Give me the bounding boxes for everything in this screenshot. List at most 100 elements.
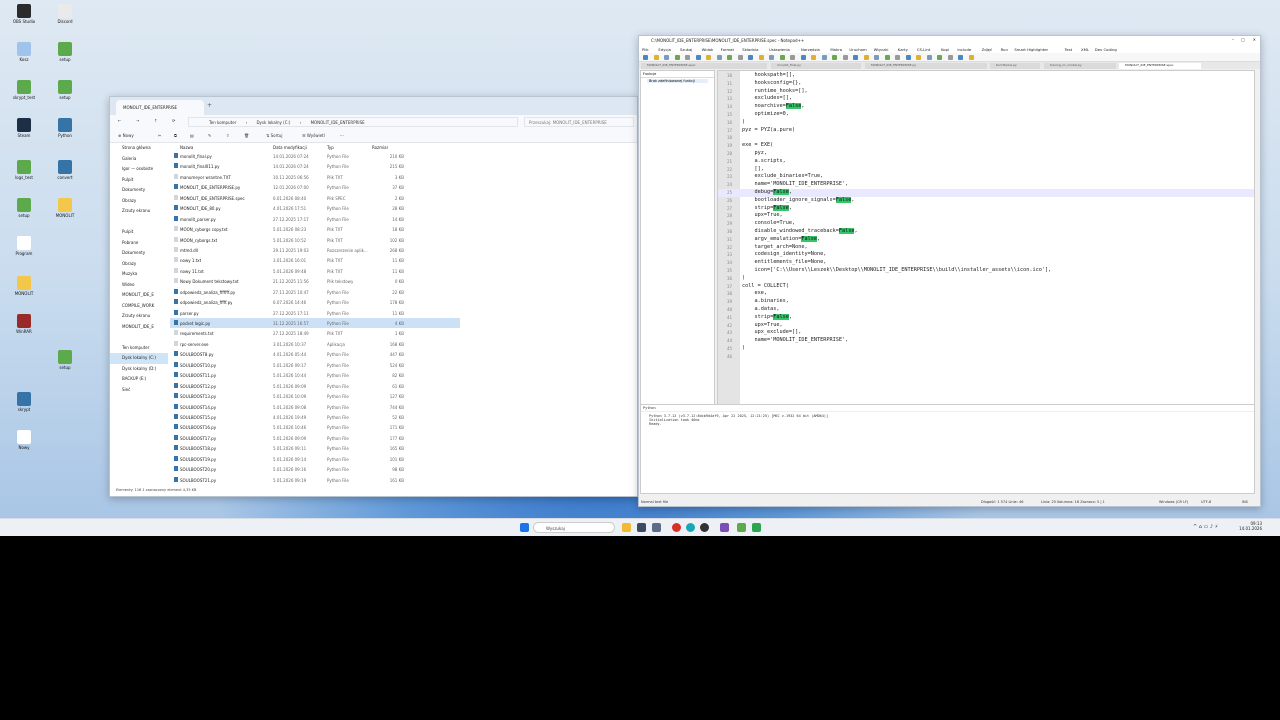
table-row[interactable]: monolit_final011.py 14.01.2026 07:24 Pytho… — [170, 161, 460, 171]
nav-item[interactable]: Igor — osobiste — [110, 164, 168, 175]
view-button[interactable]: ☰ Wyświetl — [302, 133, 325, 138]
replace-icon[interactable] — [779, 55, 785, 60]
menu-item-składnia[interactable]: Składnia — [742, 47, 758, 52]
menu-item-cs-lint[interactable]: CS-Lint — [917, 47, 931, 52]
taskview-icon[interactable] — [637, 523, 646, 532]
desktop-icon[interactable]: logs_test — [6, 160, 42, 185]
nav-item[interactable]: COMPILE_WORK — [110, 301, 168, 312]
wrap-icon[interactable] — [832, 55, 837, 60]
tab-6[interactable]: MONOLIT_IDE_ENTERPRISE.spec — [1119, 63, 1201, 69]
doc-map-icon[interactable] — [863, 55, 869, 60]
nav-item[interactable]: MONOLIT_IDE_E — [110, 290, 168, 301]
table-row[interactable]: monolit_parser.py 27.12.2025 17:17 Python … — [170, 214, 460, 224]
desktop-icon[interactable]: MONOLIT — [6, 276, 42, 301]
table-row[interactable]: SOULBOOST18.py 5.01.2026 09:11 Python File… — [170, 443, 460, 453]
desktop-icon[interactable]: Discord — [47, 4, 83, 29]
nav-item[interactable]: Muzyka — [110, 269, 168, 280]
desktop-icon[interactable]: Steam — [6, 118, 42, 143]
cut-icon[interactable]: ✂ — [158, 133, 161, 138]
desktop-icon[interactable]: skrypt_test — [6, 80, 42, 105]
menu-item-xml[interactable]: XML — [1081, 47, 1089, 52]
refresh-icon[interactable]: ⟳ — [172, 118, 175, 123]
nav-item[interactable]: Zrzuty ekranu — [110, 311, 168, 322]
desktop-icon[interactable]: setup — [6, 198, 42, 223]
column-header-name[interactable]: Nazwa — [180, 145, 193, 150]
breadcrumb[interactable]: Ten komputer › Dysk lokalny (C:) › MONOL… — [188, 117, 518, 127]
more-icon[interactable]: ··· — [340, 133, 344, 138]
desktop-icon[interactable]: MONOLIT — [47, 198, 83, 223]
desktop-icon[interactable]: setup — [47, 42, 83, 67]
menu-item-smart-highlighter[interactable]: Smart Highlighter — [1014, 47, 1048, 52]
nav-item[interactable]: Pulpit — [110, 175, 168, 186]
table-row[interactable]: SOULBOOST10.py 5.01.2026 09:17 Python File… — [170, 360, 460, 370]
menu-item-karty[interactable]: Karty — [898, 47, 908, 52]
column-header-date[interactable]: Data modyfikacji — [273, 145, 307, 150]
tab-5[interactable]: trening_nn_model.py — [1044, 63, 1116, 69]
run-icon[interactable] — [958, 55, 963, 60]
stop-icon[interactable] — [916, 55, 921, 60]
column-header-size[interactable]: Rozmiar — [372, 145, 388, 150]
desktop-icon[interactable]: convert — [47, 160, 83, 185]
table-row[interactable]: mtmd.dll 29.11.2025 19:03 Rozszerzenie apl… — [170, 245, 460, 255]
notepadpp-taskbar-icon[interactable] — [737, 523, 746, 532]
sync-v-icon[interactable] — [811, 55, 816, 60]
table-row[interactable]: pocket logic.py 31.12.2025 16:57 Python Fi… — [170, 318, 460, 329]
menu-item-include[interactable]: Include — [957, 47, 971, 52]
close-file-icon[interactable] — [685, 55, 690, 60]
desktop-icon[interactable]: Kosz — [6, 42, 42, 67]
new-button[interactable]: ⊕ Nowy — [118, 133, 134, 138]
delete-icon[interactable]: 🗑 — [244, 133, 249, 138]
table-row[interactable]: SOULBOOST20.py 5.01.2026 09:16 Python File… — [170, 464, 460, 474]
menu-item-test[interactable]: Test — [1065, 47, 1072, 52]
nav-item[interactable]: Sieć — [110, 385, 168, 396]
menu-item-widok[interactable]: Widok — [702, 47, 714, 52]
table-row[interactable]: nowy 1.txt 3.01.2026 16:01 Plik TXT 11 KB — [170, 255, 460, 265]
cut-icon[interactable] — [716, 55, 722, 60]
notepadpp-window[interactable]: C:\MONOLIT_IDE_ENTERPRISE\MONOLIT_IDE_EN… — [638, 35, 1261, 507]
menu-item-wtyczki[interactable]: Wtyczki — [874, 47, 889, 52]
code-editor[interactable]: 10 hookspath=[], 11 hooksconfig={}, 12 run… — [717, 70, 1255, 430]
function-list-item[interactable]: Brak zdefiniowanej funkcji — [647, 79, 708, 83]
sync-h-icon[interactable] — [821, 55, 827, 60]
indent-guide-icon[interactable] — [853, 55, 858, 60]
new-icon[interactable] — [643, 55, 648, 60]
nav-item[interactable]: Obrazy — [110, 196, 168, 207]
function-list-icon[interactable] — [874, 55, 879, 60]
table-row[interactable]: SOULBOOST17.py 5.01.2026 09:09 Python File… — [170, 433, 460, 443]
close-all-icon[interactable] — [695, 55, 701, 60]
table-row[interactable]: SOULBOOST19.py 5.01.2026 09:14 Python File… — [170, 454, 460, 464]
save-icon[interactable] — [664, 55, 669, 60]
desktop-icon[interactable]: Nowy — [6, 430, 42, 455]
table-row[interactable]: SOULBOOST21.py 5.01.2026 09:19 Python File… — [170, 475, 460, 485]
desktop-icon[interactable]: setup — [47, 80, 83, 105]
menu-item-kopi[interactable]: Kopi — [941, 47, 949, 52]
table-row[interactable]: nowy 11.txt 5.01.2026 09:48 Plik TXT 11 KB — [170, 266, 460, 276]
table-row[interactable]: MONOLIT_IDE_80.py 4.01.2026 17:51 Python F… — [170, 203, 460, 213]
tray-icons[interactable]: ^ ⌂ ▭ ♪ ⚡ — [1193, 524, 1218, 530]
nav-item[interactable]: BACKUP (E:) — [110, 374, 168, 385]
redo-icon[interactable] — [758, 55, 764, 60]
table-row[interactable]: rpc-server.exe 3.01.2026 10:37 Aplikacja 16… — [170, 339, 460, 349]
all-chars-icon[interactable] — [842, 55, 848, 60]
search-input[interactable]: Przeszukaj: MONOLIT_IDE_ENTERPRISE — [524, 117, 634, 127]
taskbar-search[interactable]: Wyszukaj — [533, 522, 615, 533]
file-explorer-taskbar-icon[interactable] — [622, 523, 631, 532]
table-row[interactable]: SOULBOOST14.py 5.01.2026 09:08 Python File… — [170, 402, 460, 412]
maximize-icon[interactable]: ▢ — [1241, 37, 1245, 42]
chrome-icon[interactable] — [672, 523, 681, 532]
nav-item[interactable]: Dokumenty — [110, 248, 168, 259]
desktop-icon[interactable]: Program — [6, 236, 42, 261]
close-icon[interactable]: ✕ — [1253, 37, 1256, 42]
nav-item[interactable]: Ten komputer — [110, 343, 168, 354]
tab-3[interactable]: MONOLIT_IDE_ENTERPRISE.py — [865, 63, 987, 69]
table-row[interactable]: MOON_cyborgs.txt 5.01.2026 10:52 Plik TXT 1… — [170, 235, 460, 245]
breadcrumb-item[interactable]: MONOLIT_IDE_ENTERPRISE — [311, 120, 365, 125]
table-row[interactable]: MONOLIT_IDE_ENTERPRISE.py 12.01.2026 07:0… — [170, 182, 460, 192]
nav-item[interactable]: MONOLIT_IDE_E — [110, 322, 168, 333]
app-taskbar-icon[interactable] — [652, 523, 661, 532]
menu-item-uruchom[interactable]: Uruchom — [849, 47, 866, 52]
menu-item-ustawienia[interactable]: Ustawienia — [769, 47, 790, 52]
new-tab-icon[interactable]: + — [207, 102, 212, 109]
breadcrumb-item[interactable]: Dysk lokalny (C:) — [256, 120, 290, 125]
menu-item-format[interactable]: Format — [721, 47, 734, 52]
